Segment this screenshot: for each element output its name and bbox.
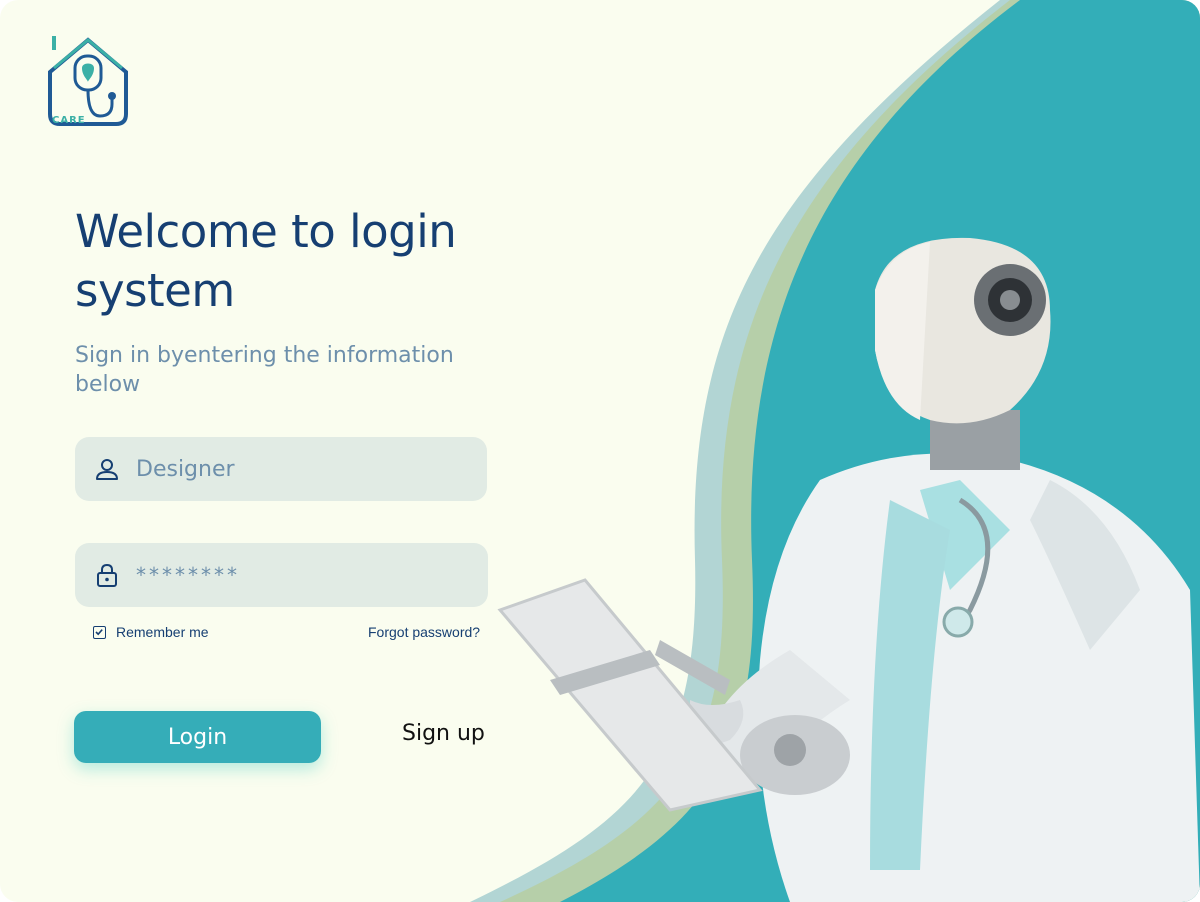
user-icon <box>96 459 118 480</box>
password-input[interactable] <box>136 563 456 587</box>
page-title: Welcome to login system <box>75 205 457 317</box>
remember-me-checkbox[interactable] <box>93 625 106 639</box>
username-input[interactable] <box>136 456 456 482</box>
page-subtitle: Sign in byentering the information below <box>75 343 454 397</box>
login-card: CARE Welcome to login system Sign in bye… <box>0 0 1200 902</box>
robot-doctor-illustration <box>497 237 1200 902</box>
checkmark-icon <box>95 628 103 635</box>
login-button[interactable]: Login <box>74 711 321 763</box>
signup-link[interactable]: Sign up <box>402 721 485 746</box>
remember-me[interactable]: Remember me <box>93 624 209 640</box>
username-field[interactable] <box>75 437 487 501</box>
password-field[interactable] <box>75 543 488 607</box>
logo-text: CARE <box>52 115 86 126</box>
lock-icon <box>97 563 117 587</box>
remember-me-label: Remember me <box>116 624 209 640</box>
forgot-password-link[interactable]: Forgot password? <box>368 624 480 640</box>
